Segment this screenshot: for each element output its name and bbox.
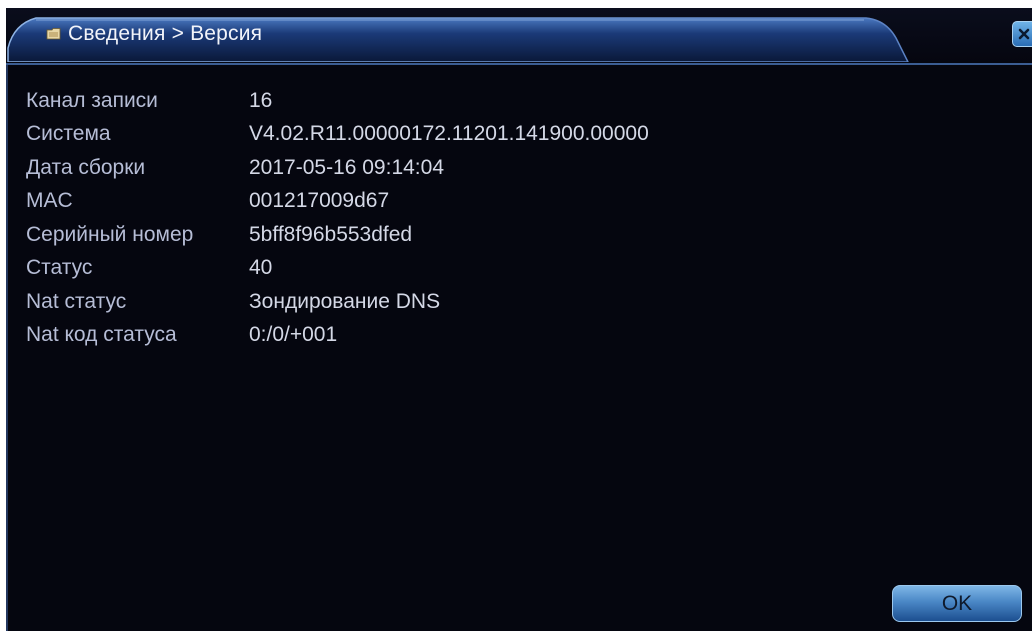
info-row-channel: Канал записи 16 [26, 84, 649, 118]
folder-icon [46, 26, 62, 42]
info-label: Дата сборки [26, 155, 146, 179]
close-button[interactable] [1012, 21, 1032, 47]
info-row-status: Статус 40 [26, 252, 649, 286]
info-label: Серийный номер [26, 222, 194, 246]
info-value: 40 [249, 256, 273, 280]
info-value: 16 [249, 88, 273, 112]
info-value: 001217009d67 [249, 189, 390, 213]
info-label: Nat код статуса [26, 323, 177, 347]
window-title-text: Сведения > Версия [68, 22, 263, 45]
ok-button[interactable]: OK [892, 585, 1022, 622]
info-value: 2017-05-16 09:14:04 [249, 155, 444, 179]
info-label: Статус [26, 256, 93, 280]
info-value: 5bff8f96b553dfed [249, 222, 413, 246]
left-border [6, 65, 8, 631]
info-label: Система [26, 122, 111, 146]
info-value: Зондирование DNS [249, 289, 441, 313]
window-title: Сведения > Версия [46, 21, 262, 47]
info-label: MAC [26, 189, 73, 213]
info-value: V4.02.R11.00000172.11201.141900.00000 [249, 122, 649, 146]
header-divider [6, 63, 1032, 65]
info-value: 0:/0/+001 [249, 323, 338, 347]
info-label: Канал записи [26, 88, 158, 112]
title-bar: Сведения > Версия [6, 8, 1032, 64]
info-row-mac: MAC 001217009d67 [26, 185, 649, 219]
version-info-window: Сведения > Версия Канал записи 16 Систем… [6, 8, 1032, 631]
close-icon [1018, 28, 1030, 40]
info-row-build-date: Дата сборки 2017-05-16 09:14:04 [26, 151, 649, 185]
info-row-nat-code: Nat код статуса 0:/0/+001 [26, 319, 649, 353]
info-row-system: Система V4.02.R11.00000172.11201.141900.… [26, 118, 649, 152]
info-label: Nat статус [26, 289, 127, 313]
info-row-nat-status: Nat статус Зондирование DNS [26, 285, 649, 319]
info-row-serial: Серийный номер 5bff8f96b553dfed [26, 218, 649, 252]
version-info-table: Канал записи 16 Система V4.02.R11.000001… [26, 84, 649, 352]
